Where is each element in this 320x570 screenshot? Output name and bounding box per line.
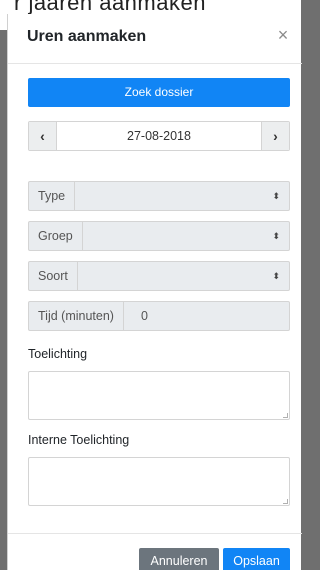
search-dossier-button[interactable]: Zoek dossier [28, 78, 290, 107]
select-arrows-icon: ⬍ [272, 271, 280, 281]
interne-toelichting-label: Interne Toelichting [28, 433, 130, 447]
minutes-input[interactable]: 0 [132, 302, 148, 330]
group-select-label: Groep [29, 222, 83, 250]
select-arrows-icon: ⬍ [272, 231, 280, 241]
modal-header: Uren aanmaken × [8, 14, 302, 64]
chevron-left-icon[interactable]: ‹ [29, 122, 57, 150]
toelichting-textarea[interactable] [28, 371, 290, 420]
close-icon[interactable]: × [274, 24, 292, 46]
modal-title: Uren aanmaken [27, 28, 147, 45]
type-select[interactable]: Type ⬍ [28, 181, 290, 211]
kind-select-label: Soort [29, 262, 78, 290]
resize-handle-icon[interactable] [283, 413, 288, 418]
resize-handle-icon[interactable] [283, 499, 288, 504]
select-arrows-icon: ⬍ [272, 191, 280, 201]
group-select[interactable]: Groep ⬍ [28, 221, 290, 251]
create-hours-modal: Uren aanmaken × Zoek dossier ‹ 27-08-201… [7, 14, 302, 570]
toelichting-label: Toelichting [28, 347, 88, 361]
save-button[interactable]: Opslaan [223, 548, 290, 570]
type-select-label: Type [29, 182, 76, 210]
kind-select[interactable]: Soort ⬍ [28, 261, 290, 291]
cancel-button[interactable]: Annuleren [139, 548, 219, 570]
interne-toelichting-textarea[interactable] [28, 457, 290, 506]
chevron-right-icon[interactable]: › [261, 122, 289, 150]
date-input[interactable]: 27-08-2018 [57, 122, 261, 150]
footer-divider [8, 533, 302, 534]
minutes-field: Tijd (minuten) 0 [28, 301, 290, 331]
date-picker: ‹ 27-08-2018 › [28, 121, 290, 151]
minutes-label: Tijd (minuten) [29, 302, 124, 330]
